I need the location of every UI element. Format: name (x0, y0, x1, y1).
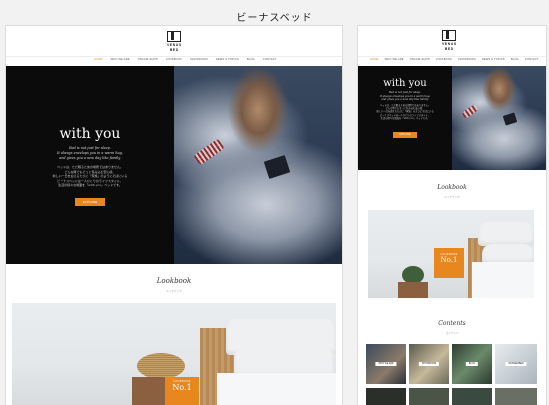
nav-online-shop[interactable]: ONLINE SHOP (138, 58, 158, 64)
hero-copy: with you Bed is not just for sleep. It a… (6, 126, 174, 207)
nav-news-topics[interactable]: NEWS & TOPICS (482, 58, 505, 64)
bed-sheet (472, 262, 534, 298)
nav-blog[interactable]: BLOG (511, 58, 519, 64)
content-thumb-who-we-are[interactable]: WHO WE ARE (366, 344, 406, 384)
brand-logo[interactable]: VENUS BED (167, 31, 182, 52)
hero-heading: with you (59, 126, 121, 142)
hero-japanese-text: ベッドは、ただ眠るための場所ではありません。 どんな時でもそっと包み込む安心感、… (358, 104, 452, 120)
nav-who-we-are[interactable]: WHO WE ARE (385, 58, 404, 64)
logo-mark-icon (167, 31, 182, 42)
striped-sock (193, 138, 225, 166)
brand-name-line1: VENUS (442, 42, 457, 46)
hero-section: with you Bed is not just for sleep. It a… (358, 66, 546, 170)
lookbook-title: Lookbook (437, 184, 467, 191)
lookbook-photo[interactable]: LOOKBOOK No.1 (12, 303, 336, 405)
nav-contact[interactable]: CONTACT (525, 58, 539, 64)
lookbook-tag[interactable]: LOOKBOOK No.1 (165, 377, 199, 405)
explore-button[interactable]: EXPLORE (74, 197, 106, 206)
content-thumb-label: BLOG (465, 362, 479, 366)
tablet-device (502, 112, 518, 126)
woven-basket (137, 353, 185, 379)
hero-subtext: Bed is not just for sleep. It always env… (358, 91, 452, 102)
lookbook-subtitle: ルックブック (444, 196, 460, 199)
desktop-preview: VENUS BED HOME WHO WE ARE ONLINE SHOP LO… (6, 26, 342, 405)
main-nav: HOME WHO WE ARE ONLINE SHOP LOOKBOOK SHO… (358, 56, 546, 64)
brand-name-line2: BED (169, 48, 179, 52)
hero-photo (174, 66, 342, 264)
content-thumb-label: WONDERBED (505, 362, 527, 366)
content-thumb[interactable] (409, 388, 449, 405)
logo-mark-icon (442, 30, 457, 41)
pillow (478, 222, 534, 246)
hero-sub-line: and gives you a new day like family. (381, 98, 429, 102)
hero-heading: with you (383, 78, 427, 89)
nav-blog[interactable]: BLOG (247, 58, 255, 64)
nav-lookbook[interactable]: LOOKBOOK (166, 58, 182, 64)
nav-home[interactable]: HOME (370, 58, 379, 64)
content-thumb[interactable] (495, 388, 537, 405)
content-thumb-label: WHO WE ARE (375, 362, 397, 366)
hero-section: with you Bed is not just for sleep. It a… (6, 66, 342, 264)
nav-who-we-are[interactable]: WHO WE ARE (111, 58, 130, 64)
hero-subtext: Bed is not just for sleep. It always env… (6, 146, 174, 161)
nav-contact[interactable]: CONTACT (263, 58, 277, 64)
nav-home[interactable]: HOME (94, 58, 103, 64)
brand-logo[interactable]: VENUS BED (442, 30, 457, 51)
brand-name-line1: VENUS (167, 43, 182, 47)
pillow (482, 244, 534, 264)
content-thumb[interactable] (452, 388, 492, 405)
lookbook-tag-number: No.1 (440, 256, 458, 264)
side-table (398, 282, 428, 298)
page-title: ビーナスベッド (236, 13, 313, 24)
hero-copy: with you Bed is not just for sleep. It a… (358, 78, 452, 139)
contents-title: Contents (438, 320, 466, 327)
hero-jp-line: 生活の様々な場面を「with you」ベッドです。 (58, 183, 122, 187)
lookbook-subtitle: ルックブック (166, 290, 182, 293)
nav-news-topics[interactable]: NEWS & TOPICS (216, 58, 239, 64)
nav-showroom[interactable]: SHOWROOM (458, 58, 476, 64)
lookbook-title: Lookbook (156, 277, 192, 285)
hero-japanese-text: ベッドは、ただ眠るための場所ではありません。 どんな時でもそっと包み込む安心感、… (6, 165, 174, 188)
content-thumb-label: SHOWROOM (418, 362, 440, 366)
contents-subtitle: コンテンツ (445, 332, 459, 335)
lookbook-photo[interactable]: LOOKBOOK No.1 (368, 210, 534, 298)
lookbook-tag[interactable]: LOOKBOOK No.1 (434, 248, 464, 278)
content-thumb-wonderbed[interactable]: WONDERBED (495, 344, 537, 384)
content-thumb-blog[interactable]: BLOG (452, 344, 492, 384)
brand-name-line2: BED (444, 47, 454, 51)
tablet-device (263, 155, 291, 179)
hero-jp-line: 生活の様々な場面を「with you」ベッドです。 (380, 116, 430, 120)
hero-photo (452, 66, 546, 170)
bed-sheet (217, 373, 336, 405)
nav-online-shop[interactable]: ONLINE SHOP (410, 58, 430, 64)
content-thumb-showroom[interactable]: SHOWROOM (409, 344, 449, 384)
striped-sock (461, 104, 479, 119)
content-thumb[interactable] (366, 388, 406, 405)
main-nav: HOME WHO WE ARE ONLINE SHOP LOOKBOOK SHO… (6, 56, 342, 64)
nav-lookbook[interactable]: LOOKBOOK (436, 58, 452, 64)
nav-showroom[interactable]: SHOWROOM (190, 58, 208, 64)
mobile-preview: VENUS BED HOME WHO WE ARE ONLINE SHOP LO… (358, 26, 546, 405)
hero-sub-line: and gives you a new day like family. (59, 156, 121, 160)
lookbook-tag-number: No.1 (172, 383, 192, 392)
explore-button[interactable]: EXPLORE (393, 131, 417, 138)
